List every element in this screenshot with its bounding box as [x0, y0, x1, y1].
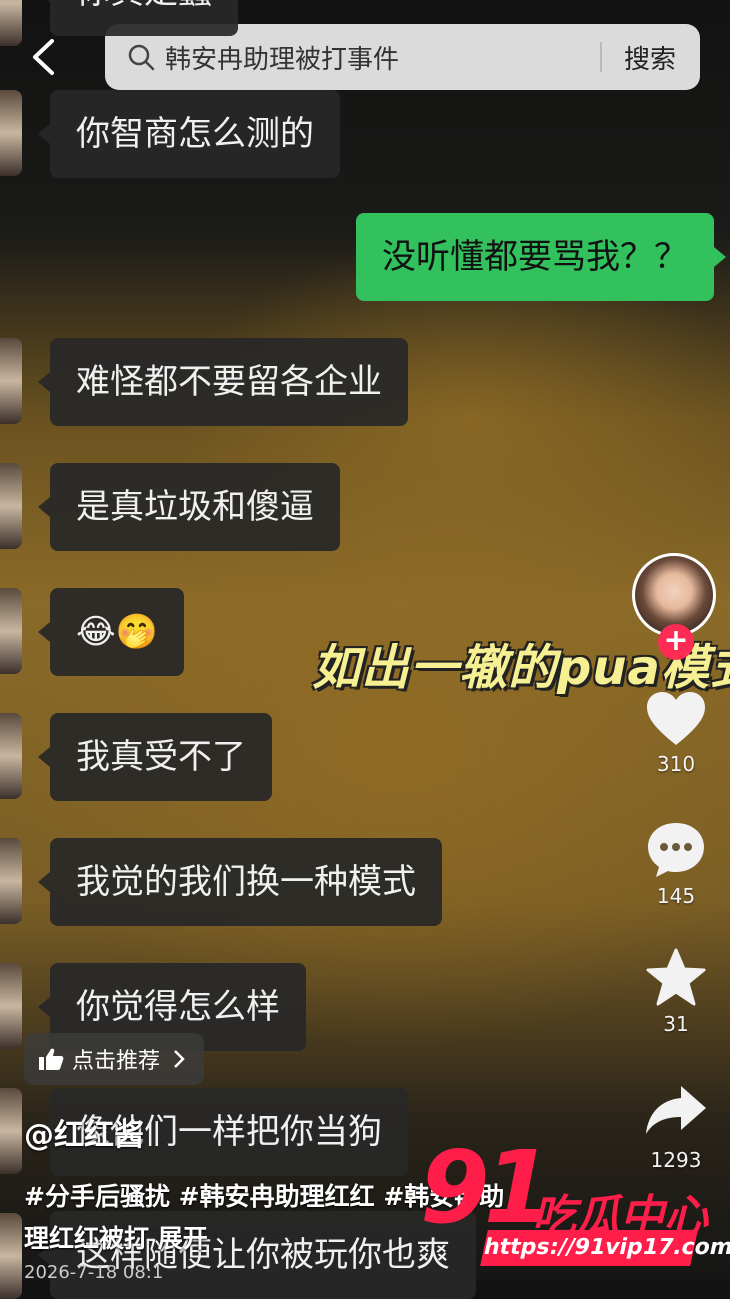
- search-query[interactable]: 韩安冉助理被打事件: [165, 39, 399, 76]
- recommend-label: 点击推荐: [72, 1049, 161, 1074]
- chat-avatar: [0, 463, 22, 549]
- comment-count: 145: [656, 884, 696, 908]
- favorite-count: 31: [663, 1012, 689, 1036]
- heart-icon: [647, 692, 705, 745]
- chat-message-self: 没听懂都要骂我？？: [356, 213, 726, 301]
- share-button[interactable]: 1293: [640, 1082, 712, 1172]
- chat-message: 我真受不了: [38, 713, 272, 801]
- search-button[interactable]: 搜索: [602, 39, 700, 76]
- chat-avatar: [0, 713, 22, 799]
- hashtag[interactable]: #分手后骚扰: [24, 1182, 170, 1211]
- like-button[interactable]: 310: [640, 690, 712, 776]
- chat-message: 是真垃圾和傻逼: [38, 463, 340, 551]
- thumbs-up-icon: [39, 1048, 64, 1070]
- chat-avatar: [0, 338, 22, 424]
- search-icon: [128, 44, 155, 71]
- watermark-url: https://91vip17.com: [480, 1230, 730, 1266]
- chat-avatar: [0, 588, 22, 674]
- chat-message: 难怪都不要留各企业: [38, 338, 408, 426]
- star-icon: [646, 948, 706, 1006]
- chat-avatar: [0, 1088, 22, 1174]
- chat-avatar: [0, 838, 22, 924]
- share-icon: [646, 1086, 706, 1134]
- comment-icon: [648, 823, 704, 877]
- favorite-button[interactable]: 31: [640, 948, 712, 1036]
- watermark-logo-number: 91: [420, 1129, 553, 1246]
- share-count: 1293: [650, 1148, 702, 1172]
- like-count: 310: [656, 752, 696, 776]
- chat-message: 你智商怎么测的: [38, 90, 340, 178]
- chat-avatar: [0, 963, 22, 1049]
- back-arrow-icon[interactable]: [30, 38, 56, 76]
- recommend-button[interactable]: 点击推荐: [24, 1033, 205, 1085]
- chat-message: 我觉的我们换一种模式: [38, 838, 442, 926]
- chat-avatar: [0, 1213, 22, 1299]
- chat-message: 😂🤭: [37, 588, 185, 676]
- comment-button[interactable]: 145: [640, 820, 712, 908]
- expand-link[interactable]: 展开: [158, 1224, 208, 1253]
- chat-avatar: [0, 90, 22, 176]
- chat-message: 你真是蠢: [38, 0, 238, 36]
- creator-username[interactable]: @红红酱: [24, 1110, 144, 1154]
- hashtag-continued[interactable]: 理红红被打: [24, 1224, 149, 1253]
- hashtag[interactable]: #韩安冉助理红红: [179, 1182, 375, 1211]
- chevron-right-icon: [174, 1050, 185, 1068]
- follow-plus-icon[interactable]: +: [658, 624, 694, 660]
- chat-avatar: [0, 0, 22, 46]
